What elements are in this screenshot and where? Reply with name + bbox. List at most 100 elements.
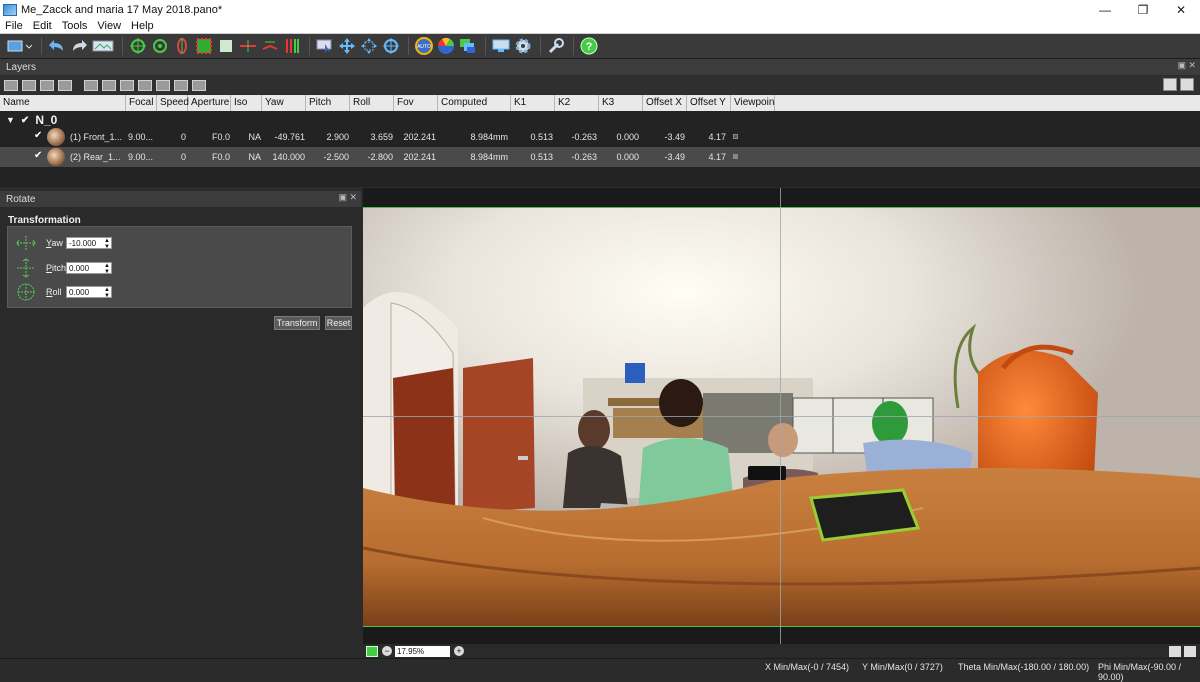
layer-thumbnail: [47, 148, 65, 166]
menu-tools[interactable]: Tools: [57, 20, 93, 32]
image-strip-icon[interactable]: [91, 37, 115, 55]
screen-icon[interactable]: [491, 37, 511, 55]
panorama-viewer[interactable]: [363, 188, 1200, 644]
layer-tool-icon[interactable]: [138, 79, 152, 91]
layer-row[interactable]: ✔ (2) Rear_1... 9.00... 0 F0.0 NA 140.00…: [0, 147, 1200, 167]
roll-spinbox[interactable]: 0.000 ▲ ▼: [66, 286, 112, 299]
zoom-out-icon[interactable]: −: [382, 646, 392, 656]
viewpoint-checkbox[interactable]: [733, 134, 738, 139]
transformation-heading: Transformation: [8, 215, 81, 226]
col-iso[interactable]: Iso: [231, 95, 262, 111]
spin-arrows-icon[interactable]: ▲ ▼: [104, 263, 110, 275]
menu-file[interactable]: File: [0, 20, 28, 32]
layout-single-icon[interactable]: [1169, 645, 1181, 657]
spin-arrows-icon[interactable]: ▲ ▼: [104, 287, 110, 299]
layer-tool-icon[interactable]: [84, 79, 98, 91]
vertical-lines-icon[interactable]: [260, 37, 280, 55]
target-green-icon[interactable]: [128, 37, 148, 55]
rotate-panel-header: Rotate ▣ ✕: [0, 191, 361, 207]
layer-tool-icon[interactable]: [58, 79, 72, 91]
pitch-spinbox[interactable]: 0.000 ▲ ▼: [66, 262, 112, 275]
red-green-bars-icon[interactable]: [282, 37, 302, 55]
col-speed[interactable]: Speed: [157, 95, 189, 111]
layer-icon[interactable]: [216, 37, 236, 55]
square-select-icon[interactable]: [194, 37, 214, 55]
close-button[interactable]: ✕: [1162, 3, 1200, 17]
col-k3[interactable]: K3: [599, 95, 643, 111]
layer-computed-focal: 8.984mm: [470, 152, 508, 162]
horizon-icon[interactable]: [238, 37, 258, 55]
layer-group-root[interactable]: ▼ ✔ N_0: [0, 113, 57, 127]
auto-icon[interactable]: AUTO: [414, 37, 434, 55]
menu-view[interactable]: View: [92, 20, 126, 32]
target-cross-icon[interactable]: [150, 37, 170, 55]
wrench-icon[interactable]: [546, 37, 566, 55]
color-wheel-icon[interactable]: [436, 37, 456, 55]
gear-icon[interactable]: [513, 37, 533, 55]
col-name[interactable]: Name: [0, 95, 126, 111]
undo-icon[interactable]: [47, 37, 67, 55]
minimize-button[interactable]: —: [1086, 3, 1124, 17]
col-focal[interactable]: Focal: [126, 95, 157, 111]
col-offset-x[interactable]: Offset X: [643, 95, 687, 111]
col-computed-focal[interactable]: Computed focal: [438, 95, 511, 124]
checkmark-icon[interactable]: ✔: [21, 115, 29, 126]
zoom-combobox[interactable]: 17.95%: [395, 645, 450, 657]
move-arrows-icon[interactable]: [337, 37, 357, 55]
redo-icon[interactable]: [69, 37, 89, 55]
layer-tool-icon[interactable]: [120, 79, 134, 91]
col-fov[interactable]: Fov: [394, 95, 438, 111]
layout-grid-icon[interactable]: [1184, 645, 1196, 657]
svg-text:?: ?: [586, 41, 593, 53]
viewpoint-checkbox[interactable]: [733, 154, 738, 159]
layer-tool-icon[interactable]: [174, 79, 188, 91]
layer-tool-icon[interactable]: [4, 79, 18, 91]
view-toggle-icon[interactable]: [1180, 78, 1194, 91]
layer-tool-icon[interactable]: [156, 79, 170, 91]
col-aperture[interactable]: Aperture: [188, 95, 231, 111]
viewer-top-band: [363, 188, 1200, 208]
pitch-row: Pitch 0.000 ▲ ▼: [16, 258, 112, 278]
dock-float-icon[interactable]: ▣ ✕: [338, 192, 357, 203]
restore-button[interactable]: ❐: [1124, 3, 1162, 17]
zoom-in-icon[interactable]: +: [454, 646, 464, 656]
layer-tool-icon[interactable]: [192, 79, 206, 91]
select-cursor-icon[interactable]: [315, 37, 335, 55]
layers-color-icon[interactable]: [458, 37, 478, 55]
reset-button[interactable]: Reset: [325, 316, 352, 330]
transform-button[interactable]: Transform: [274, 316, 320, 330]
col-viewpoint[interactable]: Viewpoin: [731, 95, 775, 111]
col-pitch[interactable]: Pitch: [306, 95, 350, 111]
move-grid-icon[interactable]: [359, 37, 379, 55]
roll-row: Roll 0.000 ▲ ▼: [16, 282, 112, 302]
menu-edit[interactable]: Edit: [28, 20, 57, 32]
layer-row[interactable]: ✔ (1) Front_1... 9.00... 0 F0.0 NA -49.7…: [0, 127, 1200, 147]
horizontal-guide-line[interactable]: [363, 416, 1200, 417]
col-yaw[interactable]: Yaw: [262, 95, 306, 111]
layer-tool-icon[interactable]: [22, 79, 36, 91]
spin-arrows-icon[interactable]: ▲ ▼: [104, 238, 110, 250]
viewer-settings-icon[interactable]: [366, 645, 378, 657]
view-toggle-icon[interactable]: [1163, 78, 1177, 91]
layers-tree: ▼ ✔ N_0 ✔ (1) Front_1... 9.00... 0 F0.0 …: [0, 111, 1200, 187]
dock-float-icon[interactable]: ▣ ✕: [1177, 60, 1196, 71]
visibility-checkbox[interactable]: ✔: [34, 151, 44, 161]
col-k2[interactable]: K2: [555, 95, 599, 111]
layer-iso: NA: [248, 132, 261, 142]
col-offset-y[interactable]: Offset Y: [687, 95, 731, 111]
col-k1[interactable]: K1: [511, 95, 555, 111]
monitor-dropdown-icon[interactable]: [6, 37, 34, 55]
roll-label: Roll: [46, 287, 62, 297]
layer-tool-icon[interactable]: [102, 79, 116, 91]
target-red-icon[interactable]: [172, 37, 192, 55]
col-roll[interactable]: Roll: [350, 95, 394, 111]
help-icon[interactable]: ?: [579, 37, 599, 55]
expand-chevron-icon[interactable]: ▼: [6, 115, 15, 125]
layers-column-header: Name Focal Speed Aperture Iso Yaw Pitch …: [0, 95, 1200, 124]
roll-icon: [16, 282, 36, 302]
layer-tool-icon[interactable]: [40, 79, 54, 91]
crosshair-icon[interactable]: [381, 37, 401, 55]
menu-help[interactable]: Help: [126, 20, 159, 32]
visibility-checkbox[interactable]: ✔: [34, 131, 44, 141]
yaw-spinbox[interactable]: -10.000 ▲ ▼: [66, 237, 112, 250]
